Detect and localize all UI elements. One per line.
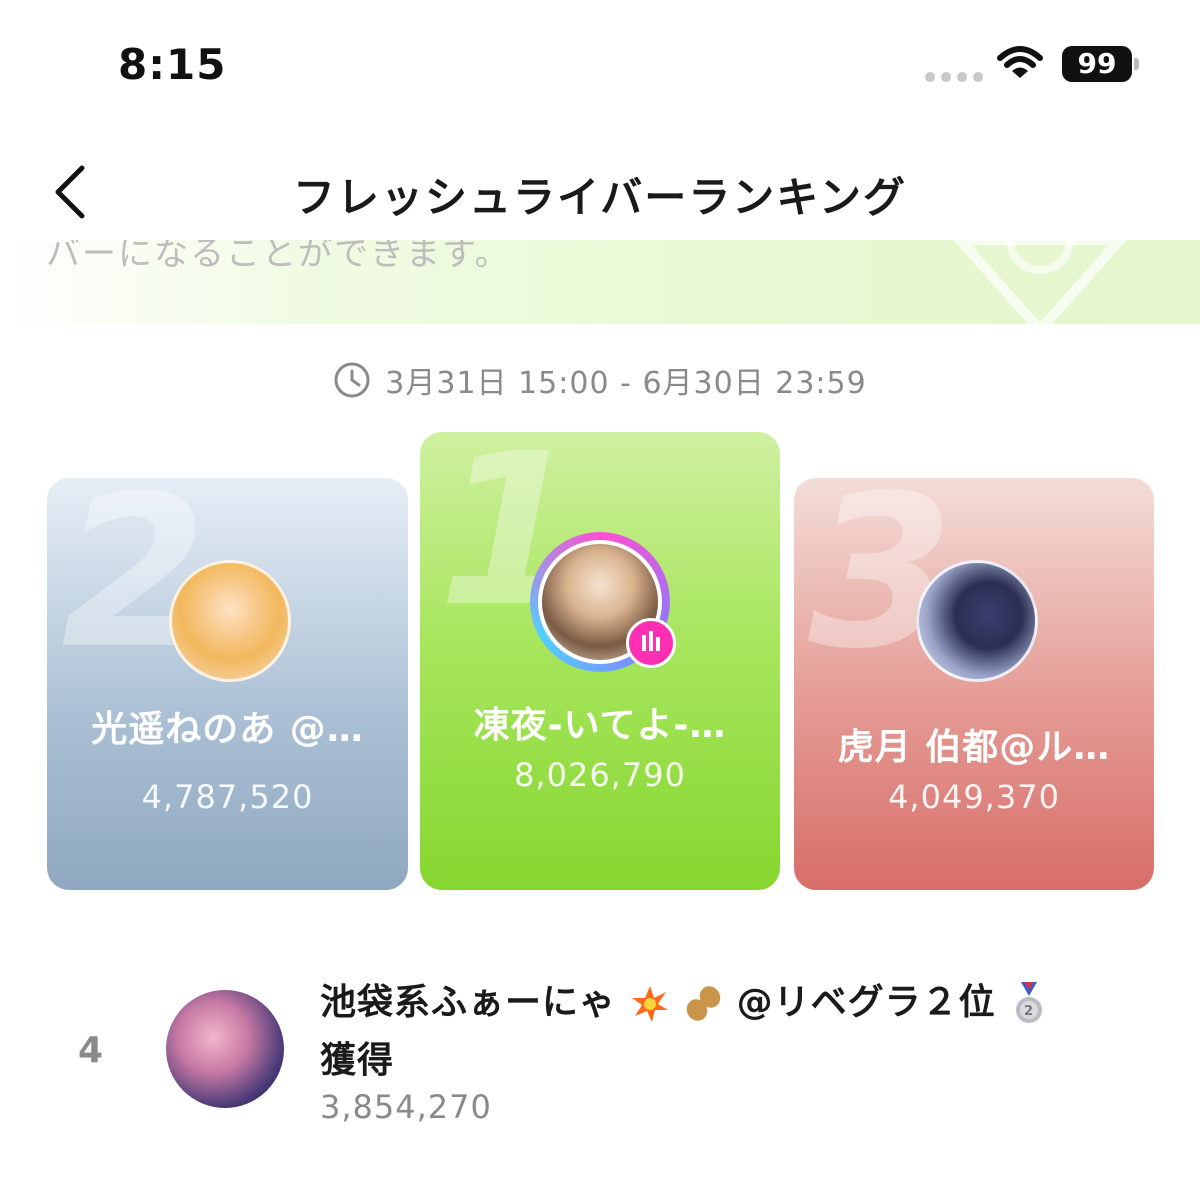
silver-medal-emoji: 2: [1016, 982, 1043, 1023]
liver-score: 4,787,520: [141, 778, 314, 816]
status-bar: 8:15 99: [0, 0, 1200, 120]
podium-card-rank-3[interactable]: 3 虎月 伯都@ル… 4,049,370: [794, 478, 1154, 890]
cellular-signal-icon: [925, 72, 983, 82]
status-time: 8:15: [118, 40, 227, 89]
list-item[interactable]: 4 池袋系ふぁーにゃ @リベグラ２位 2 獲得 3,854,270: [0, 960, 1200, 1130]
explosion-emoji: [631, 986, 668, 1022]
avatar: [166, 990, 284, 1108]
liver-name: 虎月 伯都@ル…: [837, 727, 1111, 768]
list-name-part: @リベグラ２位: [736, 982, 996, 1023]
live-badge-icon: [626, 618, 676, 668]
list-rank: 4: [78, 1030, 104, 1071]
battery-icon: 99: [1062, 46, 1132, 82]
list-name-part: 獲得: [320, 1040, 395, 1081]
podium-card-rank-1[interactable]: 1 凍夜-いてよ-… 8,026,790: [420, 432, 780, 890]
peanut-emoji: [686, 986, 721, 1021]
period-text: 3月31日 15:00 - 6月30日 23:59: [385, 366, 867, 401]
list-liver-name: 池袋系ふぁーにゃ @リベグラ２位 2 獲得: [320, 974, 1080, 1090]
list-name-part: 池袋系ふぁーにゃ: [320, 982, 617, 1023]
svg-text:2: 2: [1024, 1004, 1034, 1019]
ranking-period: 3月31日 15:00 - 6月30日 23:59: [0, 358, 1200, 402]
battery-nub: [1134, 58, 1139, 70]
clock-icon: [334, 362, 370, 398]
liver-name: 光遥ねのあ @…: [91, 709, 364, 750]
liver-name: 凍夜-いてよ-…: [473, 705, 727, 746]
avatar: [169, 560, 291, 682]
wifi-icon: [997, 46, 1043, 78]
liver-score: 8,026,790: [514, 756, 686, 794]
list-liver-score: 3,854,270: [320, 1088, 492, 1126]
avatar: [916, 560, 1038, 682]
description-banner: バーになることができます。: [0, 240, 1200, 324]
nav-bar: フレッシュライバーランキング: [0, 140, 1200, 240]
page-title: フレッシュライバーランキング: [293, 173, 907, 222]
podium-card-rank-2[interactable]: 2 光遥ねのあ @… 4,787,520: [47, 478, 408, 890]
decorative-emblem-icon: [953, 240, 1127, 324]
banner-text: バーになることができます。: [46, 240, 511, 274]
liver-score: 4,049,370: [888, 778, 1060, 816]
